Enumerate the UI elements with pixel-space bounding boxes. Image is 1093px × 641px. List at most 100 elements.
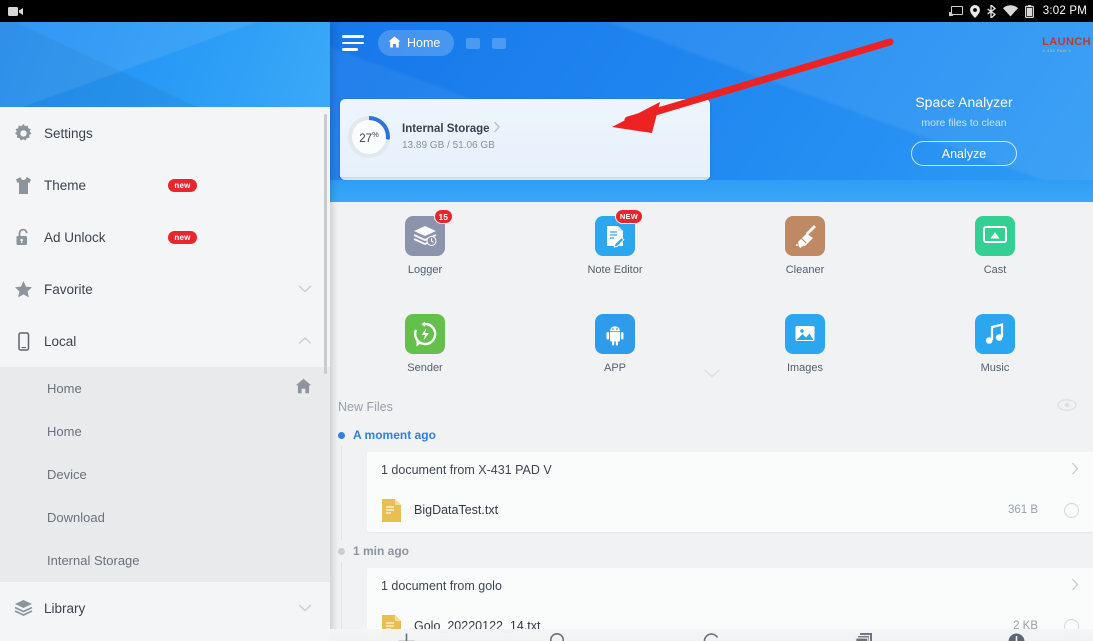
windows-stack-icon: [854, 632, 874, 641]
sidebar-item-library[interactable]: Library: [0, 582, 330, 634]
sidebar-item-theme[interactable]: Theme new: [0, 159, 330, 211]
battery-icon: [1024, 4, 1034, 18]
header-gradient-band-lower: [330, 180, 1093, 202]
app-tile-app[interactable]: APP: [520, 300, 710, 374]
cast-screen-icon: [975, 216, 1015, 256]
new-files-header: New Files: [330, 384, 1093, 424]
wifi-icon: [1002, 5, 1018, 17]
toolbar-refresh[interactable]: Refresh: [635, 629, 788, 641]
app-tile-sender[interactable]: Sender: [330, 300, 520, 374]
toolbar-windows[interactable]: Windows: [788, 629, 941, 641]
shirt-icon: [14, 176, 44, 195]
app-tile-note-editor[interactable]: NEW Note Editor: [520, 202, 710, 276]
eye-icon[interactable]: [1057, 398, 1077, 416]
sidebar-item-settings[interactable]: Settings: [0, 107, 330, 159]
grid-expand-toggle[interactable]: [330, 366, 1093, 382]
app-tile-label: Logger: [407, 264, 443, 276]
sidebar-subitem-home[interactable]: Home: [0, 410, 330, 453]
storage-percent: 27%: [359, 129, 379, 145]
app-tile-cast[interactable]: Cast: [900, 202, 1090, 276]
app-tile-images[interactable]: Images: [710, 300, 900, 374]
sidebar-subitem-device[interactable]: Device: [0, 453, 330, 496]
sidebar-item-label: Home: [47, 424, 82, 439]
sidebar-badge-new: new: [168, 230, 197, 244]
file-select-radio[interactable]: [1064, 502, 1079, 518]
broom-icon: [785, 216, 825, 256]
screen: 3:02 PM Home 27% Internal Storage 13.89 …: [0, 0, 1093, 641]
storage-progress-ring: 27%: [348, 116, 390, 158]
video-recorder-icon: [8, 6, 23, 17]
home-icon[interactable]: [295, 378, 312, 399]
tab-home[interactable]: Home: [378, 30, 455, 56]
app-tile-label: Note Editor: [587, 264, 643, 276]
chevron-up-icon[interactable]: [298, 332, 312, 350]
file-group-summary[interactable]: 1 document from golo: [367, 568, 1093, 604]
local-children: Home Home Device Download Internal Stora…: [0, 367, 330, 582]
star-icon: [14, 280, 44, 299]
chevron-right-icon: [1071, 462, 1079, 478]
app-grid-row-2: Sender APP Images Music: [330, 300, 1093, 374]
file-row[interactable]: BigDataTest.txt 361 B: [367, 488, 1093, 532]
navigation-drawer: Settings Theme new Ad Unlock new Favorit…: [0, 22, 330, 641]
home-icon: [388, 36, 401, 51]
sidebar-item-local[interactable]: Local: [0, 315, 330, 367]
sidebar-item-label: Home: [47, 381, 82, 396]
tab-placeholder-2[interactable]: [492, 37, 507, 49]
app-tile-cleaner[interactable]: Cleaner: [710, 202, 900, 276]
app-tile-music[interactable]: Music: [900, 300, 1090, 374]
group-time-label: A moment ago: [353, 428, 436, 442]
toolbar-search[interactable]: Search: [483, 629, 636, 641]
internal-storage-card[interactable]: 27% Internal Storage 13.89 GB / 51.06 GB: [340, 99, 710, 177]
phone-icon: [14, 331, 44, 351]
gear-icon: [14, 123, 44, 143]
space-analyzer-title: Space Analyzer: [915, 94, 1013, 110]
new-files-section: New Files A moment ago 1 document from X…: [330, 384, 1093, 641]
file-name: BigDataTest.txt: [414, 503, 499, 517]
sidebar-item-label: Settings: [44, 125, 93, 141]
group-body: 1 document from X-431 PAD V BigDataTest.…: [341, 446, 1093, 540]
sidebar-subitem-download[interactable]: Download: [0, 496, 330, 539]
file-group-card[interactable]: 1 document from X-431 PAD V BigDataTest.…: [367, 452, 1093, 532]
tab-placeholder-1[interactable]: [466, 37, 481, 49]
sidebar-item-favorite[interactable]: Favorite: [0, 263, 330, 315]
toolbar-history[interactable]: History: [940, 629, 1093, 641]
location-icon: [969, 4, 980, 18]
app-shortcut-grid: 15 Logger NEW Note Editor Cleaner Cast S…: [330, 202, 1093, 377]
sidebar-item-ad-unlock[interactable]: Ad Unlock new: [0, 211, 330, 263]
refresh-icon: [702, 632, 721, 641]
group-header: 1 min ago: [330, 540, 1093, 562]
sidebar-item-label: Device: [47, 467, 87, 482]
music-note-icon: [975, 314, 1015, 354]
app-tile-logger[interactable]: 15 Logger: [330, 202, 520, 276]
sidebar-item-label: Download: [47, 510, 105, 525]
group-time-label: 1 min ago: [353, 544, 410, 558]
chevron-down-icon: [703, 365, 721, 383]
chevron-down-icon[interactable]: [298, 280, 312, 298]
analyze-button[interactable]: Analyze: [911, 141, 1017, 166]
status-clock: 3:02 PM: [1042, 5, 1087, 17]
chevron-down-icon[interactable]: [298, 599, 312, 617]
storage-title-row: Internal Storage: [402, 120, 501, 138]
file-size: 361 B: [1007, 504, 1038, 516]
stack-clock-icon: 15: [405, 209, 453, 256]
sidebar-badge-new: new: [168, 178, 197, 192]
lock-open-icon: [14, 228, 44, 247]
file-group-source: 1 document from X-431 PAD V: [381, 463, 552, 477]
hamburger-icon[interactable]: [342, 33, 366, 53]
file-group-summary[interactable]: 1 document from X-431 PAD V: [367, 452, 1093, 488]
toolbar-new[interactable]: New: [330, 629, 483, 641]
search-icon: [549, 632, 568, 641]
cast-icon: [948, 5, 963, 17]
space-analyzer-panel: Space Analyzer more files to clean Analy…: [858, 94, 1070, 166]
sidebar-subitem-home-default[interactable]: Home: [0, 367, 330, 410]
new-files-group: A moment ago 1 document from X-431 PAD V: [330, 424, 1093, 540]
bluetooth-icon: [986, 4, 996, 18]
launch-watermark: LAUNCH X-431 PAD V: [1042, 36, 1091, 53]
plus-icon: [397, 632, 416, 641]
clock-icon: [1007, 632, 1026, 641]
sidebar-subitem-internal-storage[interactable]: Internal Storage: [0, 539, 330, 582]
drawer-scrollbar[interactable]: [324, 114, 327, 374]
storage-detail: 13.89 GB / 51.06 GB: [402, 140, 495, 151]
storage-title: Internal Storage: [402, 123, 490, 135]
new-files-group: 1 min ago 1 document from golo Golo_2022…: [330, 540, 1093, 641]
